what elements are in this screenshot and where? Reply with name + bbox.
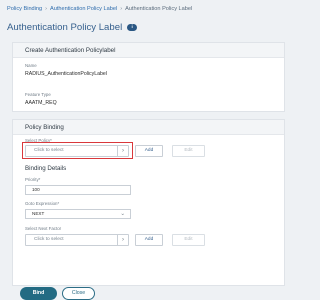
feature-type-value: AAATM_REQ <box>25 100 57 106</box>
name-value: RADIUS_AuthenticationPolicyLabel <box>25 71 107 77</box>
priority-label: Priority* <box>25 177 41 182</box>
create-policylabel-panel: Create Authentication Policylabel Name R… <box>12 42 285 112</box>
policy-binding-panel: Policy Binding Select Policy* Click to s… <box>12 119 285 286</box>
policy-binding-header: Policy Binding <box>13 120 284 135</box>
next-factor-placeholder: Click to select <box>34 237 64 242</box>
goto-expression-select[interactable]: NEXT ⌄ <box>25 209 131 219</box>
edit-policy-button[interactable]: Edit <box>172 145 205 157</box>
select-policy-field[interactable]: Click to select › <box>25 145 129 157</box>
name-label: Name <box>25 63 37 68</box>
page-title: Authentication Policy Label i <box>7 22 138 33</box>
breadcrumb-item-policy-binding[interactable]: Policy Binding <box>7 6 42 12</box>
chevron-down-icon: ⌄ <box>120 211 125 217</box>
bind-button[interactable]: Bind <box>20 287 57 300</box>
binding-details-title: Binding Details <box>25 165 67 172</box>
breadcrumb-item-current: Authentication Policy Label <box>125 6 193 12</box>
breadcrumb: Policy Binding › Authentication Policy Lab… <box>7 6 192 12</box>
select-policy-placeholder: Click to select <box>34 148 64 153</box>
chevron-right-icon[interactable]: › <box>117 146 128 156</box>
feature-type-label: Feature Type <box>25 92 51 97</box>
create-panel-header: Create Authentication Policylabel <box>13 43 284 58</box>
page-title-text: Authentication Policy Label <box>7 22 123 33</box>
chevron-right-icon: › <box>45 6 48 12</box>
add-next-factor-button[interactable]: Add <box>135 234 163 246</box>
goto-expression-label: Goto Expression* <box>25 201 60 206</box>
edit-next-factor-button[interactable]: Edit <box>172 234 205 246</box>
chevron-right-icon[interactable]: › <box>117 235 128 245</box>
chevron-right-icon: › <box>120 6 123 12</box>
goto-expression-value: NEXT <box>32 211 45 216</box>
next-factor-field[interactable]: Click to select › <box>25 234 129 246</box>
next-factor-label: Select Next Factor <box>25 226 62 231</box>
close-button[interactable]: Close <box>62 287 95 300</box>
info-icon[interactable]: i <box>127 24 138 31</box>
priority-input[interactable]: 100 <box>25 185 131 195</box>
breadcrumb-item-auth-policy-label[interactable]: Authentication Policy Label <box>50 6 117 12</box>
add-policy-button[interactable]: Add <box>135 145 163 157</box>
